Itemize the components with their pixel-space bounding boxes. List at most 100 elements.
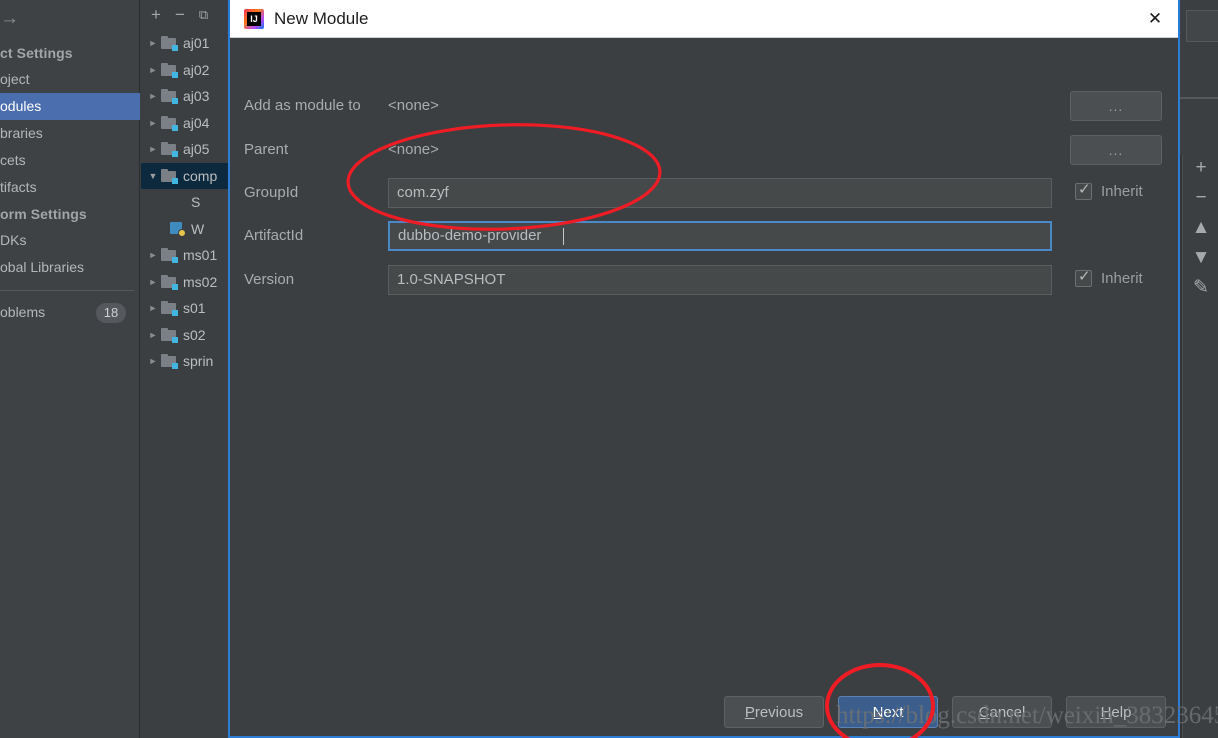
chevron-down-icon[interactable]: ▼ (145, 171, 161, 181)
web-facet-icon (169, 221, 186, 238)
chevron-right-icon[interactable]: ► (145, 277, 161, 287)
field-row-add-as-module-to: Add as module to <none> ... (230, 91, 1178, 121)
previous-button-mnemonic: P (744, 703, 755, 721)
new-module-dialog: IJ New Module ✕ Add as module to <none> … (228, 0, 1180, 738)
sidebar-item-global-libraries[interactable]: obal Libraries (0, 254, 140, 281)
tree-row[interactable]: ▼ comp (141, 162, 229, 189)
ide-right-panel-divider (1180, 97, 1218, 99)
module-folder-icon (161, 248, 178, 264)
parent-value: <none> (388, 141, 439, 158)
tree-row-label: aj04 (183, 114, 210, 131)
tree-row-label: ms02 (183, 273, 218, 290)
tree-row[interactable]: ► sprin (141, 348, 229, 375)
chevron-right-icon[interactable]: ► (145, 303, 161, 313)
sidebar-item-modules[interactable]: odules (0, 93, 140, 120)
problems-count-badge: 18 (96, 303, 126, 323)
tree-row-label: ms01 (183, 247, 218, 264)
remove-icon[interactable]: − (1195, 188, 1206, 207)
chevron-right-icon[interactable]: ► (145, 330, 161, 340)
chevron-right-icon[interactable]: ► (145, 356, 161, 366)
ide-right-panel-box (1186, 10, 1218, 42)
sidebar-item-artifacts[interactable]: tifacts (0, 174, 140, 201)
module-folder-icon (161, 36, 178, 52)
sidebar-item-problems-label: oblems (0, 304, 46, 320)
chevron-right-icon[interactable]: ► (145, 118, 161, 128)
ide-right-vertical-separator (1182, 155, 1183, 738)
module-tree-rows: ► aj01 ► aj02 ► aj03 ► aj04 ► aj05 ▼ comp S W ► ms01 ► ms… (141, 30, 229, 375)
tree-row[interactable]: ► aj01 (141, 30, 229, 57)
move-down-icon[interactable]: ▼ (1192, 248, 1211, 267)
text-caret (563, 228, 564, 245)
tree-row-label: sprin (183, 353, 214, 370)
move-up-icon[interactable]: ▲ (1192, 218, 1211, 237)
tree-row[interactable]: ► aj05 (141, 136, 229, 163)
intellij-logo-text: IJ (250, 13, 258, 24)
parent-label: Parent (244, 141, 289, 158)
artifact-id-label: ArtifactId (244, 227, 304, 244)
module-folder-icon (161, 354, 178, 370)
tree-row[interactable]: W (141, 216, 229, 243)
group-id-input[interactable]: com.zyf (388, 178, 1052, 208)
version-input[interactable]: 1.0-SNAPSHOT (388, 265, 1052, 295)
tree-row[interactable]: ► s01 (141, 295, 229, 322)
tree-row[interactable]: ► ms01 (141, 242, 229, 269)
module-tree-toolbar: + − ⧉ (141, 0, 229, 28)
ide-right-strip (1178, 0, 1218, 738)
tree-row[interactable]: ► aj04 (141, 110, 229, 137)
back-arrow-icon[interactable]: → (0, 8, 24, 30)
sidebar-item-project[interactable]: oject (0, 66, 140, 93)
spring-leaf-icon (169, 195, 186, 210)
add-as-module-to-label: Add as module to (244, 97, 361, 114)
checkbox-checked-icon: ✓ (1075, 268, 1092, 287)
tree-row-label: aj03 (183, 88, 210, 105)
tree-row-label: aj05 (183, 141, 210, 158)
sidebar-item-facets[interactable]: cets (0, 147, 140, 174)
module-folder-icon (161, 327, 178, 343)
chevron-right-icon[interactable]: ► (145, 144, 161, 154)
copy-module-icon[interactable]: ⧉ (199, 6, 208, 23)
chevron-right-icon[interactable]: ► (145, 65, 161, 75)
tree-row-label: W (191, 220, 205, 237)
tree-row[interactable]: S (141, 189, 229, 216)
add-icon[interactable]: + (1195, 158, 1206, 177)
edit-icon[interactable]: ✎ (1193, 278, 1209, 297)
settings-nav-list: ct Settings oject odules braries cets ti… (0, 40, 140, 326)
version-inherit-checkbox[interactable]: ✓ Inherit (1075, 268, 1143, 287)
tree-row[interactable]: ► aj03 (141, 83, 229, 110)
module-folder-icon (161, 301, 178, 317)
sidebar-divider (0, 290, 134, 291)
chevron-right-icon[interactable]: ► (145, 91, 161, 101)
tree-row-label: s01 (183, 300, 206, 317)
tree-row-label: comp (183, 167, 218, 184)
tree-row-label: aj01 (183, 35, 210, 52)
parent-browse-button[interactable]: ... (1070, 135, 1162, 165)
chevron-right-icon[interactable]: ► (145, 38, 161, 48)
project-structure-sidebar: → ct Settings oject odules braries cets … (0, 0, 140, 738)
remove-module-icon[interactable]: − (175, 6, 185, 23)
add-as-module-to-value: <none> (388, 97, 439, 114)
previous-button[interactable]: Previous (724, 696, 824, 728)
close-icon[interactable]: ✕ (1132, 0, 1178, 37)
watermark-text: https://blog.csdn.net/weixin_38323645 (836, 702, 1218, 729)
add-as-module-to-browse-button[interactable]: ... (1070, 91, 1162, 121)
ide-right-toolbar: + − ▲ ▼ ✎ (1184, 158, 1218, 297)
sidebar-item-problems[interactable]: oblems 18 (0, 299, 140, 326)
tree-row[interactable]: ► ms02 (141, 269, 229, 296)
group-id-label: GroupId (244, 184, 299, 201)
tree-row-label: S (191, 194, 201, 211)
field-row-artifact-id: ArtifactId dubbo-demo-provider (230, 221, 1178, 251)
artifact-id-input[interactable]: dubbo-demo-provider (388, 221, 1052, 251)
sidebar-item-sdks[interactable]: DKs (0, 227, 140, 254)
field-row-parent: Parent <none> ... (230, 135, 1178, 165)
tree-row[interactable]: ► s02 (141, 322, 229, 349)
module-folder-icon (161, 89, 178, 105)
field-row-version: Version 1.0-SNAPSHOT ✓ Inherit (230, 265, 1178, 295)
tree-row-label: aj02 (183, 61, 210, 78)
group-id-inherit-checkbox[interactable]: ✓ Inherit (1075, 181, 1143, 200)
tree-row[interactable]: ► aj02 (141, 57, 229, 84)
sidebar-item-libraries[interactable]: braries (0, 120, 140, 147)
module-folder-icon (161, 62, 178, 78)
add-module-icon[interactable]: + (151, 6, 161, 23)
chevron-right-icon[interactable]: ► (145, 250, 161, 260)
version-label: Version (244, 271, 295, 288)
